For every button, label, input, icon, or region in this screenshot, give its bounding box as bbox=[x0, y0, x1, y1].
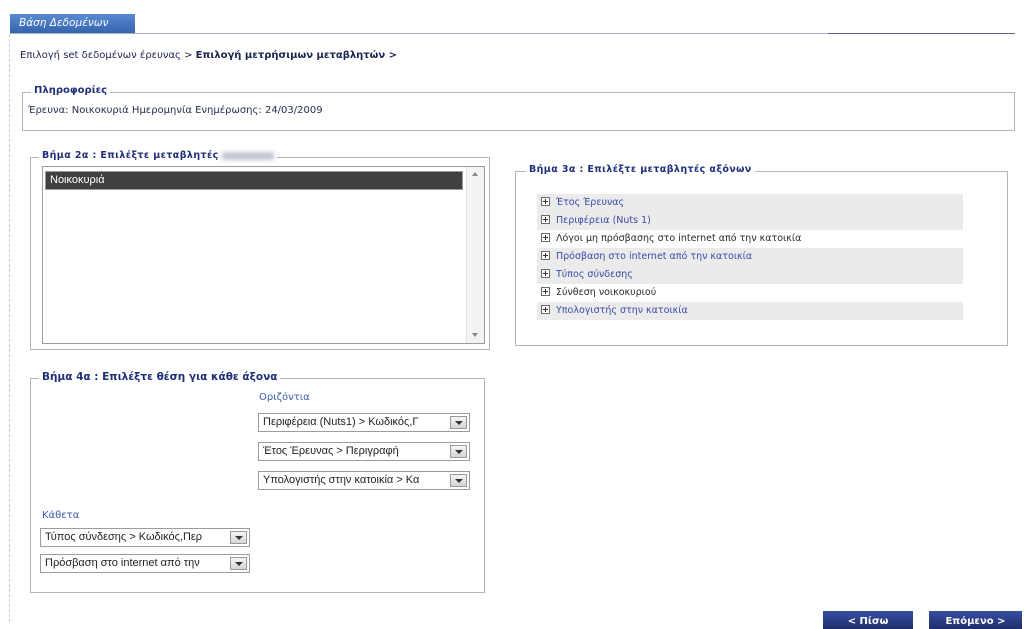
step-2a-legend-text: Βήμα 2α : Επιλέξτε μεταβλητές bbox=[42, 150, 219, 161]
tree-item-label[interactable]: Πρόσβαση στο internet από την κατοικία bbox=[556, 251, 752, 262]
dropdown-button[interactable] bbox=[450, 416, 467, 429]
listbox-item[interactable]: Νοικοκυριά bbox=[45, 171, 463, 190]
tree-item-label[interactable]: Υπολογιστής στην κατοικία bbox=[556, 305, 688, 316]
survey-value: Νοικοκυριά bbox=[71, 105, 129, 116]
chevron-down-icon bbox=[455, 450, 463, 454]
info-panel-legend: Πληροφορίες bbox=[31, 85, 111, 97]
step-3a-panel: Βήμα 3α : Επιλέξτε μεταβλητές αξόνων Έτο… bbox=[515, 164, 1008, 346]
arrow-down-icon bbox=[472, 333, 478, 337]
tree-item-label[interactable]: Τύπος σύνδεσης bbox=[556, 269, 633, 280]
header-divider-accent bbox=[828, 33, 1015, 34]
horizontal-axis-select-2[interactable]: Έτος Έρευνας > Περιγραφή bbox=[258, 442, 470, 461]
chevron-down-icon bbox=[455, 479, 463, 483]
plus-box-icon[interactable] bbox=[541, 233, 550, 242]
dropdown-button[interactable] bbox=[450, 445, 467, 458]
updated-value: 24/03/2009 bbox=[264, 105, 323, 116]
axis-variables-tree: Έτος Έρευνας Περιφέρεια (Nuts 1) Λόγοι μ… bbox=[537, 194, 963, 320]
tree-item-connection-type[interactable]: Τύπος σύνδεσης bbox=[537, 266, 963, 284]
dropdown-button[interactable] bbox=[230, 531, 247, 544]
step-3a-legend: Βήμα 3α : Επιλέξτε μεταβλητές αξόνων bbox=[526, 164, 755, 176]
step-2a-legend: Βήμα 2α : Επιλέξτε μεταβλητές bbox=[39, 150, 278, 162]
step-2a-panel: Βήμα 2α : Επιλέξτε μεταβλητές Νοικοκυριά bbox=[30, 150, 490, 350]
select-value: Υπολογιστής στην κατοικία > Κα bbox=[263, 474, 420, 486]
step-4a-panel: Βήμα 4α : Επιλέξτε θέση για κάθε άξονα Ο… bbox=[30, 371, 485, 593]
horizontal-axis-select-1[interactable]: Περιφέρεια (Nuts1) > Κωδικός,Γ bbox=[258, 413, 470, 432]
horizontal-axis-select-3[interactable]: Υπολογιστής στην κατοικία > Κα bbox=[258, 471, 470, 490]
tree-item-computer-at-home[interactable]: Υπολογιστής στην κατοικία bbox=[537, 302, 963, 320]
plus-box-icon[interactable] bbox=[541, 305, 550, 314]
chevron-down-icon bbox=[455, 421, 463, 425]
breadcrumb-step-measures: Επιλογή μετρήσιμων μεταβλητών > bbox=[195, 50, 398, 61]
tree-item-label[interactable]: Έτος Έρευνας bbox=[556, 197, 624, 208]
survey-label: Έρευνα: bbox=[28, 105, 69, 116]
back-button[interactable]: < Πίσω bbox=[823, 611, 913, 629]
tree-item-internet-access[interactable]: Πρόσβαση στο internet από την κατοικία bbox=[537, 248, 963, 266]
tree-item-no-internet-reasons[interactable]: Λόγοι μη πρόσβασης στο internet από την … bbox=[537, 230, 963, 248]
vertical-axis-select-1[interactable]: Τύπος σύνδεσης > Κωδικός,Περ bbox=[40, 528, 250, 547]
tree-item-label[interactable]: Σύνθεση νοικοκυριού bbox=[556, 287, 656, 298]
chevron-down-icon bbox=[235, 562, 243, 566]
tree-item-household-composition[interactable]: Σύνθεση νοικοκυριού bbox=[537, 284, 963, 302]
database-tab-label: Βάση Δεδομένων bbox=[19, 17, 109, 29]
back-button-label: < Πίσω bbox=[847, 616, 889, 627]
select-value: Έτος Έρευνας > Περιγραφή bbox=[263, 445, 399, 457]
dropdown-button[interactable] bbox=[230, 557, 247, 570]
listbox-scrollbar[interactable] bbox=[466, 167, 484, 343]
measure-variables-listbox[interactable]: Νοικοκυριά bbox=[42, 166, 485, 344]
tree-item-region[interactable]: Περιφέρεια (Nuts 1) bbox=[537, 212, 963, 230]
plus-box-icon[interactable] bbox=[541, 287, 550, 296]
step-4a-legend: Βήμα 4α : Επιλέξτε θέση για κάθε άξονα bbox=[39, 371, 281, 383]
horizontal-axis-label: Οριζόντια bbox=[259, 392, 310, 403]
plus-box-icon[interactable] bbox=[541, 197, 550, 206]
next-button[interactable]: Επόμενο > bbox=[929, 611, 1022, 629]
scroll-up-button[interactable] bbox=[467, 167, 484, 183]
breadcrumb: Επιλογή set δεδομένων έρευνας > Επιλογή … bbox=[20, 50, 397, 62]
database-tab[interactable]: Βάση Δεδομένων bbox=[10, 14, 135, 33]
select-value: Περιφέρεια (Nuts1) > Κωδικός,Γ bbox=[263, 416, 419, 428]
plus-box-icon[interactable] bbox=[541, 269, 550, 278]
select-value: Πρόσβαση στο internet από την bbox=[45, 557, 200, 569]
listbox-item-label: Νοικοκυριά bbox=[50, 174, 105, 186]
breadcrumb-step-dataset[interactable]: Επιλογή set δεδομένων έρευνας > bbox=[20, 50, 192, 61]
vertical-axis-select-2[interactable]: Πρόσβαση στο internet από την bbox=[40, 554, 250, 573]
tree-item-label[interactable]: Λόγοι μη πρόσβασης στο internet από την … bbox=[556, 233, 801, 244]
next-button-label: Επόμενο > bbox=[945, 616, 1006, 627]
select-value: Τύπος σύνδεσης > Κωδικός,Περ bbox=[45, 531, 203, 543]
redacted-text bbox=[222, 151, 275, 160]
info-text: Έρευνα: Νοικοκυριά Ημερομηνία Ενημέρωσης… bbox=[28, 105, 323, 116]
left-border bbox=[9, 34, 10, 622]
chevron-down-icon bbox=[235, 536, 243, 540]
arrow-up-icon bbox=[472, 172, 478, 176]
plus-box-icon[interactable] bbox=[541, 215, 550, 224]
dropdown-button[interactable] bbox=[450, 474, 467, 487]
tree-item-survey-year[interactable]: Έτος Έρευνας bbox=[537, 194, 963, 212]
tree-item-label[interactable]: Περιφέρεια (Nuts 1) bbox=[556, 215, 651, 226]
vertical-axis-label: Κάθετα bbox=[42, 510, 80, 521]
plus-box-icon[interactable] bbox=[541, 251, 550, 260]
info-panel: Πληροφορίες Έρευνα: Νοικοκυριά Ημερομηνί… bbox=[22, 85, 1015, 131]
updated-label: Ημερομηνία Ενημέρωσης: bbox=[131, 105, 262, 116]
scroll-down-button[interactable] bbox=[467, 327, 484, 343]
